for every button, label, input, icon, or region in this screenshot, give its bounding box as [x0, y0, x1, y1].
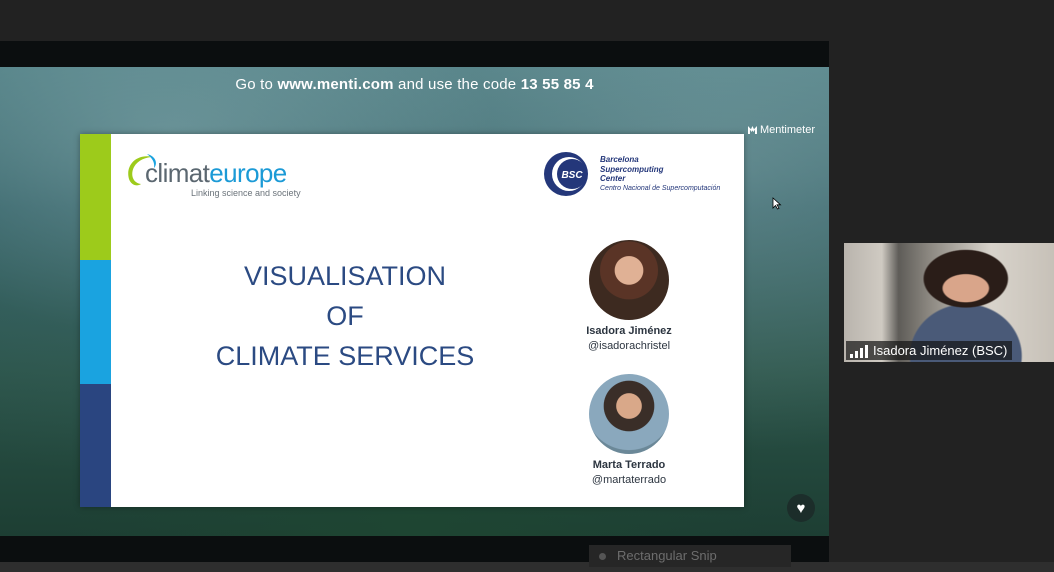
bsc-subtitle: Centro Nacional de Supercomputación [600, 185, 721, 192]
climateurope-wordmark: climateurope [145, 158, 287, 188]
menti-join-banner: Go to www.menti.com and use the code 13 … [235, 76, 594, 93]
speaker-name: Marta Terrado [592, 459, 666, 471]
snip-icon [599, 553, 606, 560]
speaker-name: Isadora Jiménez [586, 325, 672, 337]
participant-name-label: Isadora Jiménez (BSC) [846, 341, 1013, 360]
mentimeter-logo: Mentimeter [747, 124, 815, 136]
speaker-handle: @isadorachristel [587, 340, 671, 352]
mouse-cursor-icon [772, 197, 782, 210]
heart-icon: ♥ [796, 499, 806, 517]
heart-reaction-button[interactable]: ♥ [787, 494, 815, 522]
svg-text:BSC: BSC [561, 170, 583, 181]
slide-bar-green [80, 134, 111, 260]
bsc-circle-icon: BSC [544, 152, 588, 196]
participant-video-tile[interactable]: Isadora Jiménez (BSC) [844, 243, 1054, 362]
menti-url: www.menti.com [277, 76, 394, 93]
participant-name: Isadora Jiménez (BSC) [873, 343, 1008, 358]
slide-title: VISUALISATION OF CLIMATE SERVICES [215, 261, 475, 371]
slide-bar-blue [80, 260, 111, 384]
slide: climateurope Linking science and society… [80, 134, 744, 507]
bsc-name: Barcelona Supercomputing Center [600, 155, 664, 183]
snip-tool-label[interactable]: Rectangular Snip [589, 545, 791, 567]
mentimeter-icon [747, 126, 757, 134]
speaker-handle: @martaterrado [591, 474, 667, 486]
speaker-photo [589, 240, 669, 320]
signal-bars-icon [850, 345, 868, 358]
climateurope-logo: climateurope Linking science and society [123, 151, 303, 201]
bottom-strip [0, 562, 1054, 572]
speaker-card: Isadora Jiménez @isadorachristel [549, 240, 709, 352]
speaker-card: Marta Terrado @martaterrado [549, 374, 709, 486]
shared-screen: Go to www.menti.com and use the code 13 … [0, 41, 829, 562]
presentation-background: Go to www.menti.com and use the code 13 … [0, 67, 829, 536]
slide-bar-navy [80, 384, 111, 507]
bsc-logo: BSC Barcelona Supercomputing Center Cent… [543, 151, 733, 197]
menti-code: 13 55 85 4 [520, 76, 594, 93]
speaker-photo [589, 374, 669, 454]
climateurope-tagline: Linking science and society [191, 188, 301, 198]
